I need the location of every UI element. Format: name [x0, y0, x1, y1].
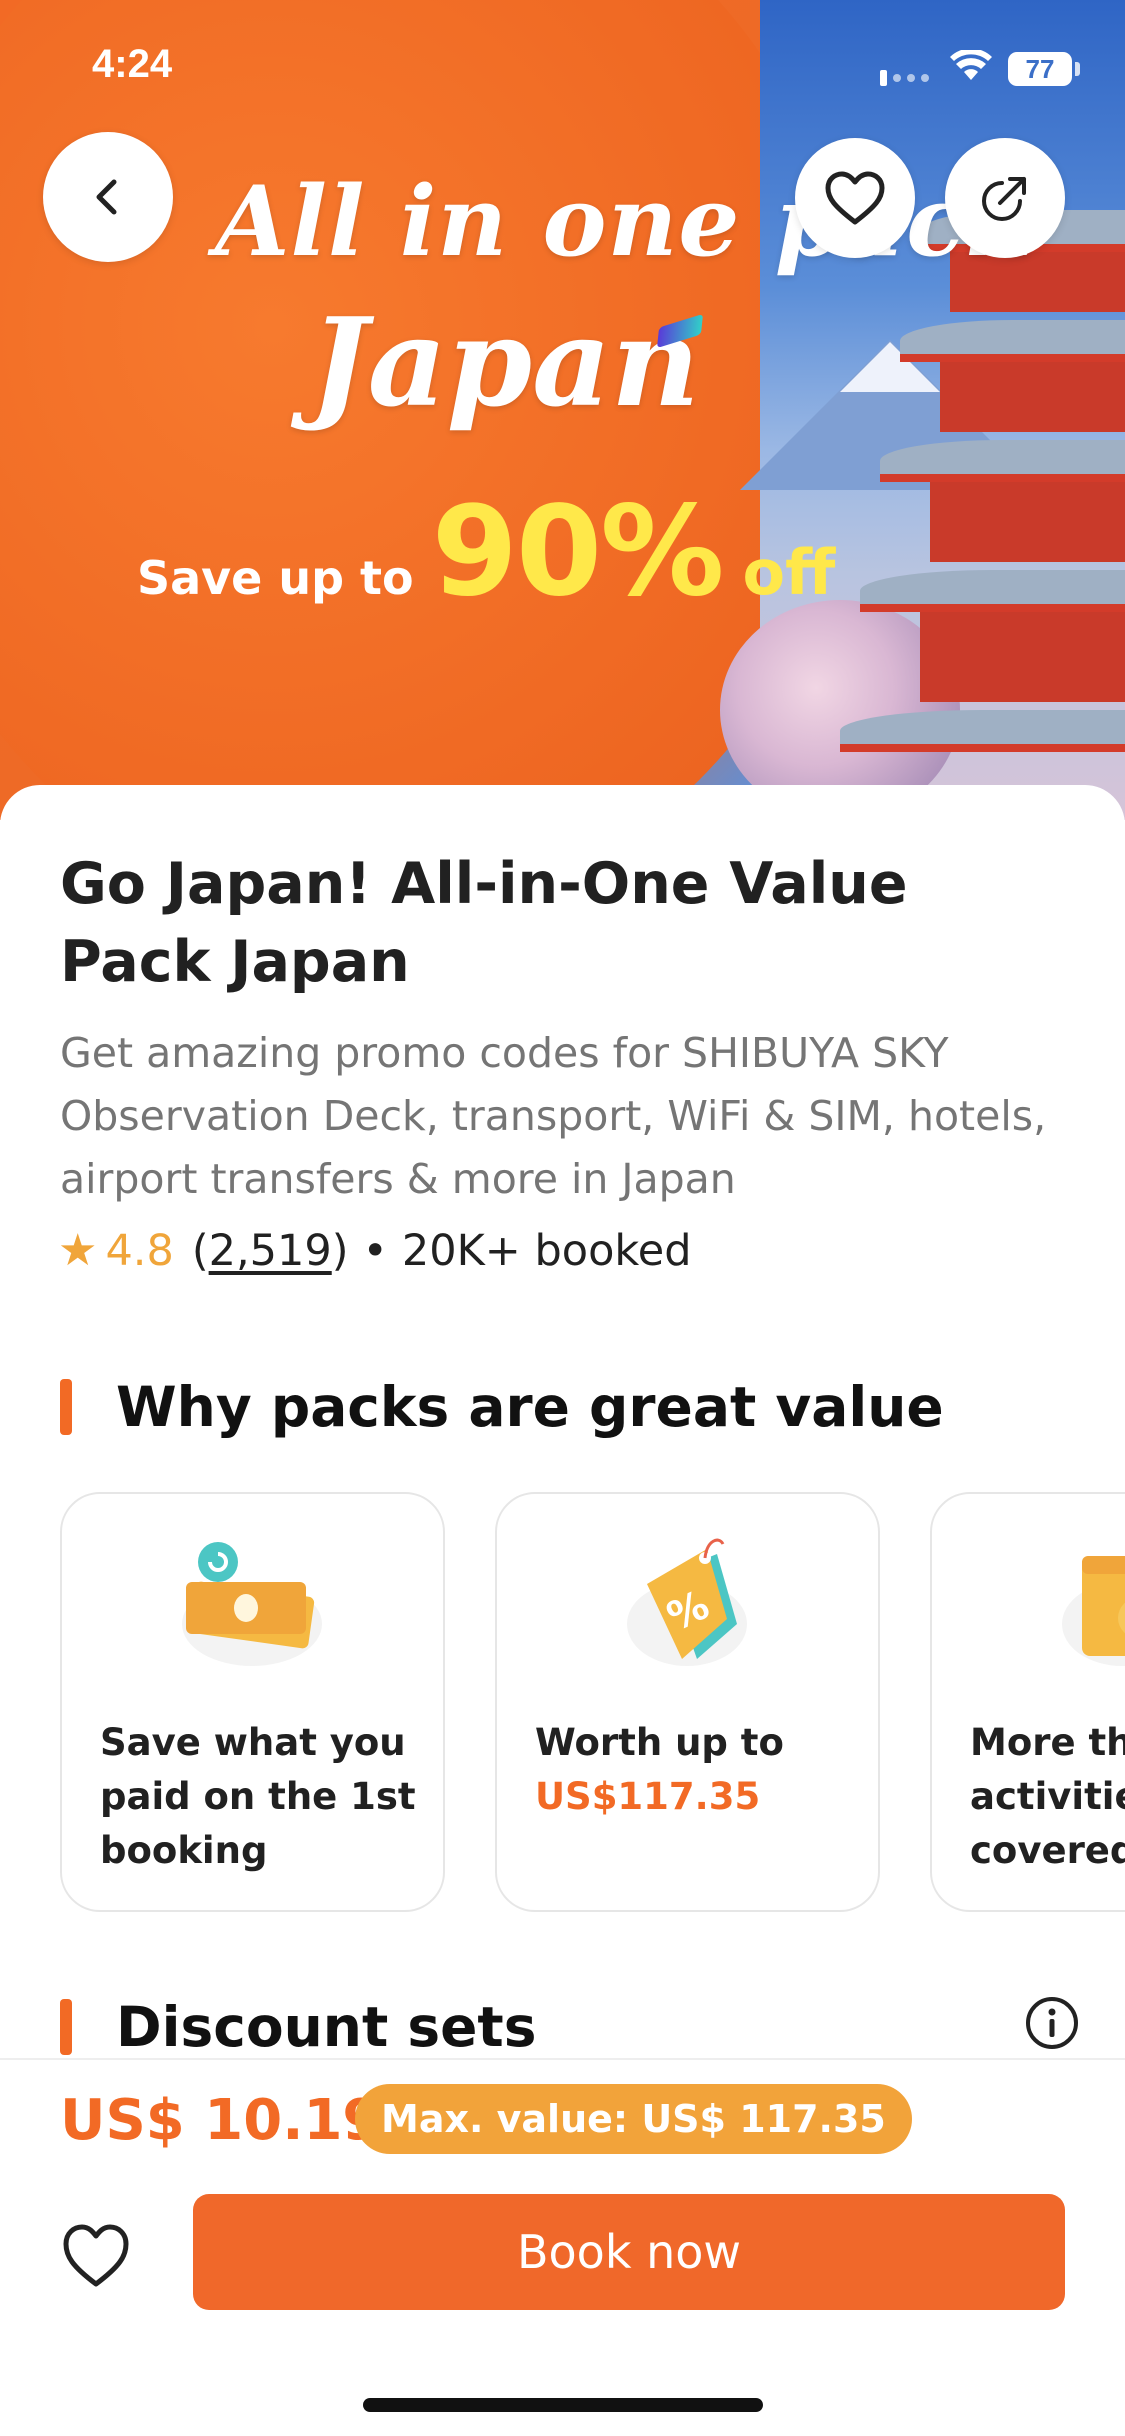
info-icon[interactable]	[1024, 1995, 1080, 2051]
why-section-title: Why packs are great value	[116, 1375, 944, 1439]
worth-value: US$117.35	[535, 1775, 761, 1818]
section-accent-bar	[60, 1999, 72, 2055]
why-section-header: Why packs are great value	[60, 1375, 944, 1439]
reviews-close: )	[331, 1225, 349, 1276]
value-card: More than top activities covered	[930, 1492, 1125, 1912]
signal-icon	[880, 70, 929, 86]
favorite-button[interactable]	[795, 138, 915, 258]
hero-save-line: Save up to 90% off	[137, 480, 835, 624]
value-card-text: Save what you paid on the 1st booking	[100, 1721, 416, 1872]
section-accent-bar	[60, 1379, 72, 1435]
reviews-open: (	[191, 1225, 209, 1276]
discount-section-title: Discount sets	[116, 1995, 537, 2059]
save-suffix: off	[742, 536, 836, 609]
booking-bar: US$ 10.19 Max. value: US$ 117.35 Book no…	[0, 2058, 1125, 2436]
heart-outline-icon	[825, 171, 885, 225]
value-card-text: More than top activities covered	[970, 1721, 1125, 1872]
worth-label: Worth up to	[535, 1721, 784, 1764]
wifi-icon	[950, 50, 992, 80]
pagoda-illustration	[840, 200, 1125, 820]
value-card: % Worth up to US$117.35	[495, 1492, 880, 1912]
discount-section-header: Discount sets	[60, 1995, 1080, 2059]
status-time: 4:24	[92, 42, 173, 86]
share-button[interactable]	[945, 138, 1065, 258]
reviews-link[interactable]: 2,519	[209, 1226, 332, 1276]
chevron-left-icon	[96, 179, 117, 215]
hero-japan-text: Japan	[310, 290, 700, 434]
home-indicator[interactable]	[363, 2398, 763, 2412]
separator-dot: •	[362, 1225, 388, 1276]
rating-row: ★ 4.8 (2,519) • 20K+ booked	[58, 1225, 692, 1276]
save-percent: 90%	[431, 480, 725, 624]
back-button[interactable]	[43, 132, 173, 262]
value-card-text: Worth up to US$117.35	[535, 1716, 855, 1824]
star-icon: ★	[58, 1225, 98, 1276]
money-refund-icon	[182, 1542, 322, 1666]
share-icon	[982, 177, 1026, 221]
status-bar: 4:24 77	[0, 0, 1125, 130]
product-title: Go Japan! All-in-One Value Pack Japan	[60, 851, 908, 995]
max-value-badge: Max. value: US$ 117.35	[355, 2084, 912, 2154]
booked-count: 20K+ booked	[401, 1225, 692, 1276]
value-cards[interactable]: Save what you paid on the 1st booking % …	[60, 1492, 1125, 1912]
app-root: All in one pack Japan Save up to 90% off…	[0, 0, 1125, 2436]
discount-tag-icon: %	[627, 1538, 747, 1666]
rating-value: 4.8	[105, 1225, 174, 1276]
battery-icon: 77	[1008, 52, 1072, 86]
content-panel: Go Japan! All-in-One Value Pack Japan Ge…	[0, 785, 1125, 2085]
product-description: Get amazing promo codes for SHIBUYA SKY …	[60, 1029, 1047, 1203]
heart-outline-icon[interactable]	[60, 2220, 132, 2292]
save-prefix: Save up to	[137, 551, 414, 605]
book-now-button[interactable]: Book now	[193, 2194, 1065, 2310]
value-card: Save what you paid on the 1st booking	[60, 1492, 445, 1912]
price: US$ 10.19	[60, 2088, 382, 2153]
ticket-calendar-icon	[1062, 1556, 1125, 1666]
